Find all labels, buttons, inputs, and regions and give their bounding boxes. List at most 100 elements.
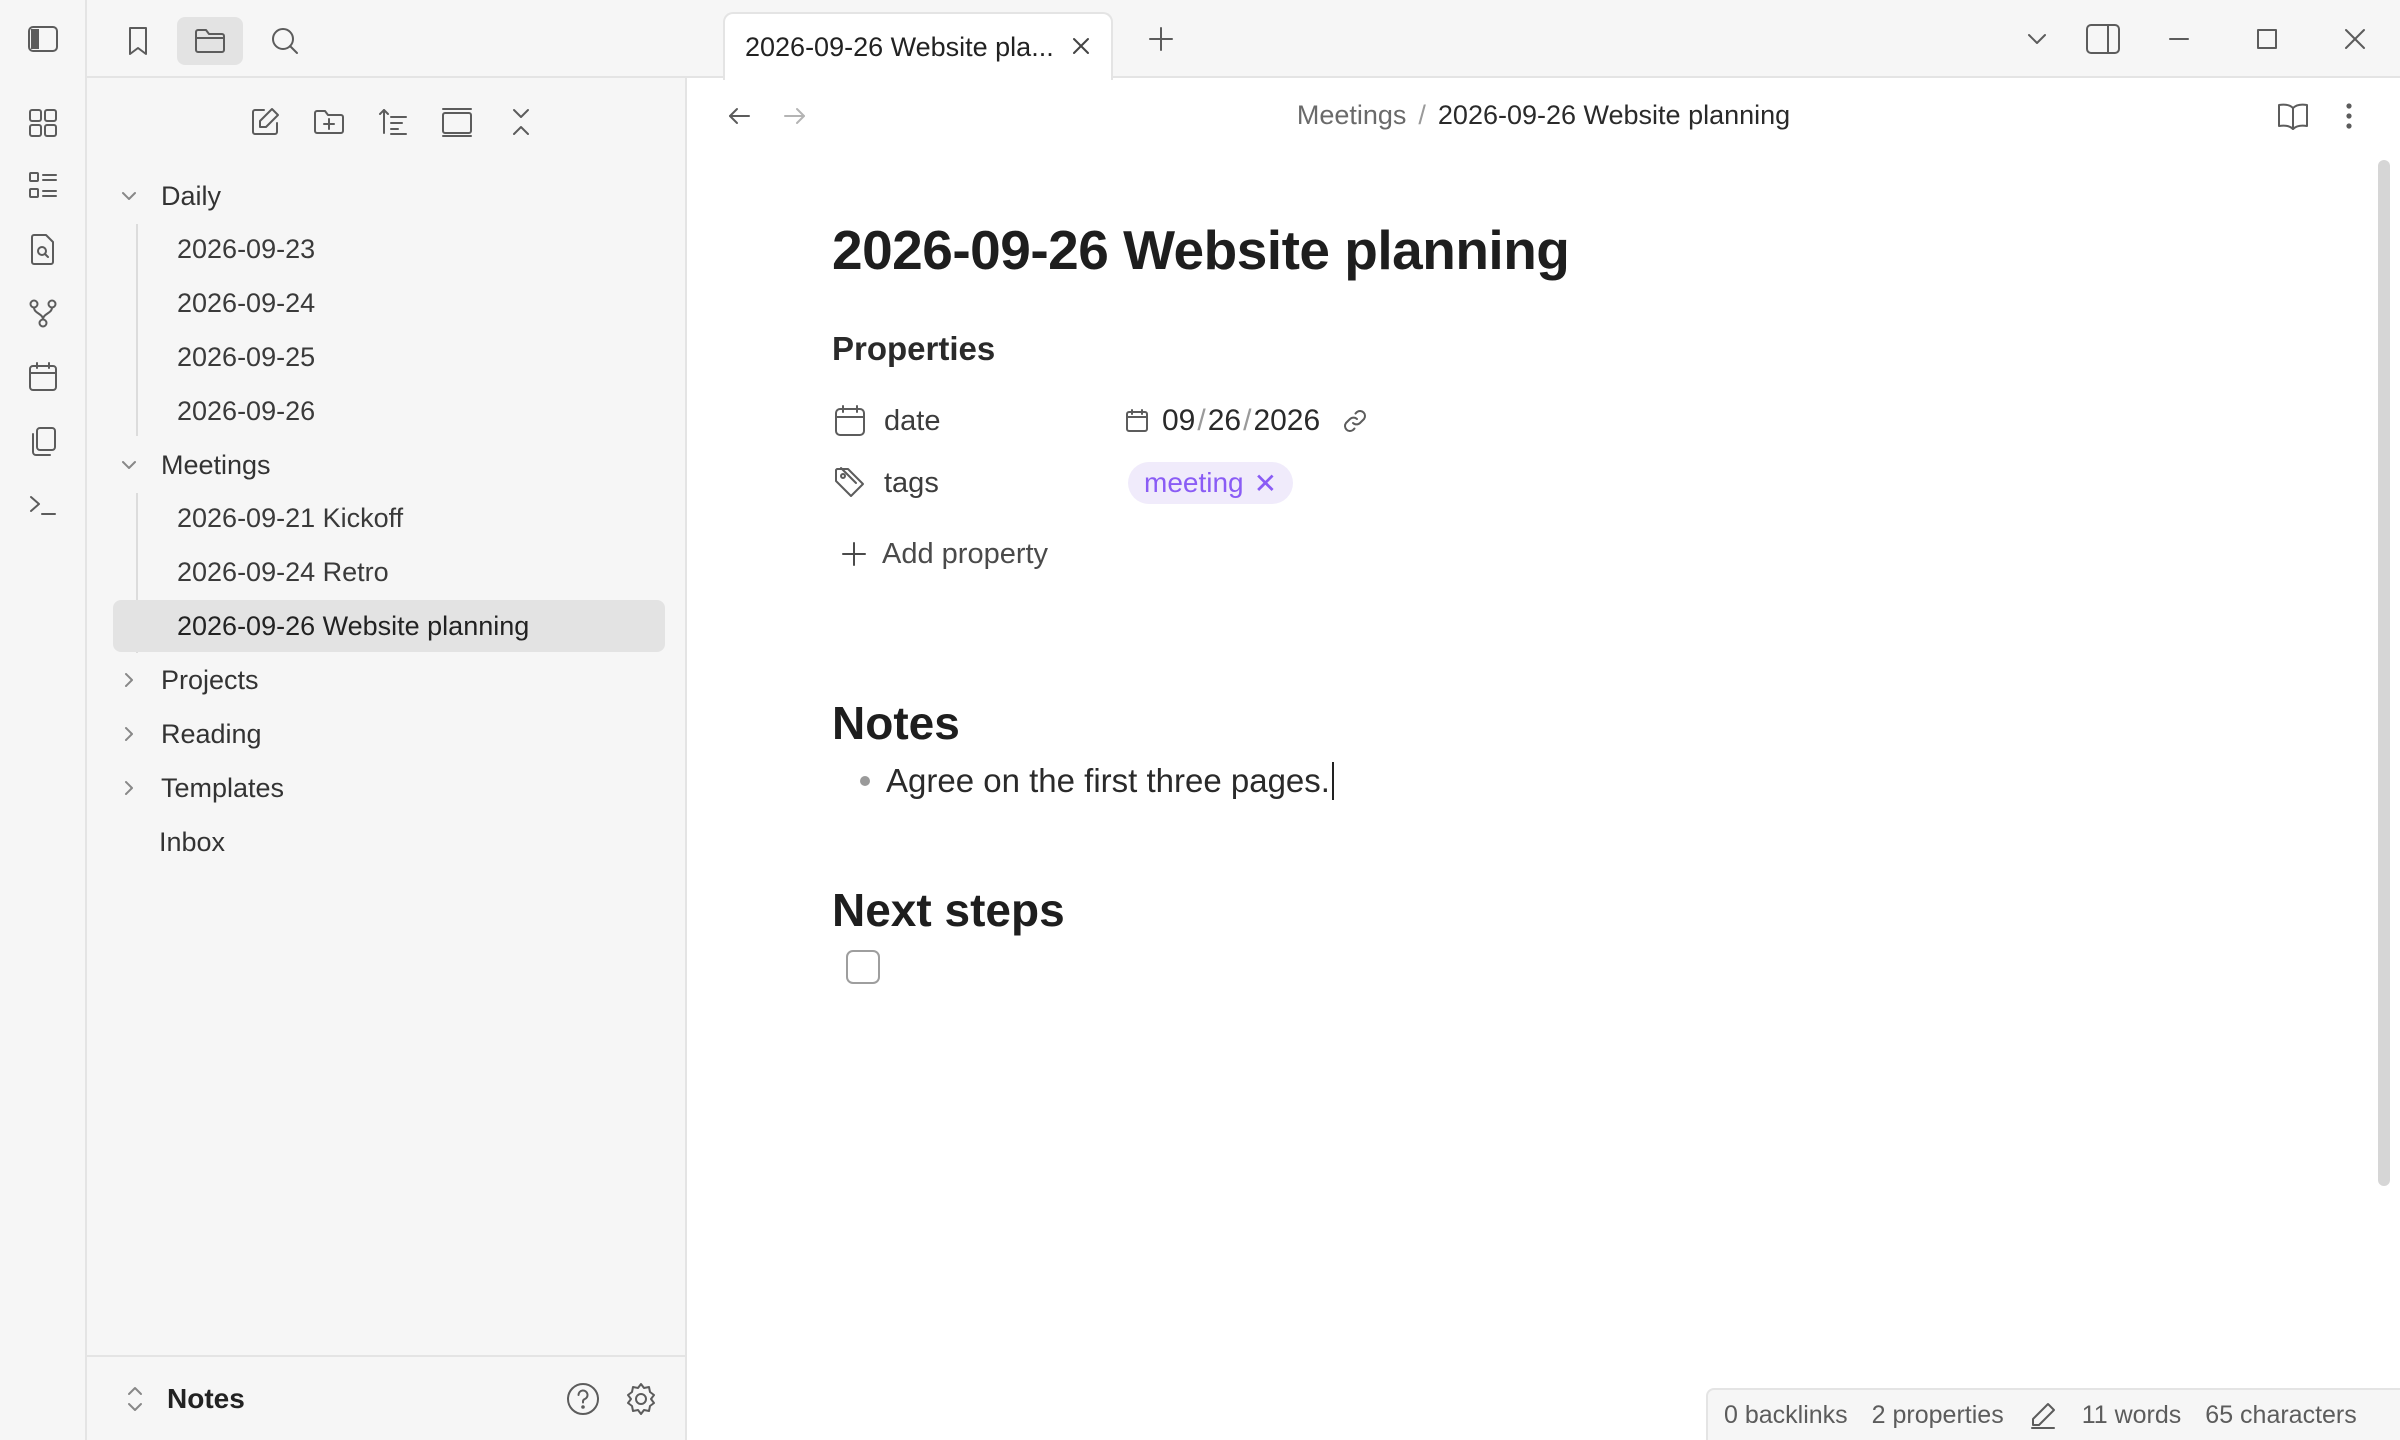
tag-pill[interactable]: meeting ✕ <box>1128 462 1294 504</box>
new-tab-icon[interactable] <box>1137 17 1185 61</box>
folder-label: Projects <box>161 664 259 695</box>
link-icon[interactable] <box>1340 406 1370 436</box>
bookmark-icon[interactable] <box>105 17 171 65</box>
remove-tag-icon[interactable]: ✕ <box>1254 467 1277 500</box>
backlinks-count[interactable]: 0 backlinks <box>1724 1401 1848 1430</box>
more-options-icon[interactable] <box>2327 94 2371 138</box>
folder-reading[interactable]: Reading <box>117 708 262 760</box>
tab-bar: 2026-09-26 Website pla... <box>687 0 2400 80</box>
chevron-right-icon <box>117 776 141 800</box>
graph-icon[interactable] <box>22 292 64 334</box>
folder-meetings[interactable]: Meetings <box>117 439 271 491</box>
tag-icon[interactable] <box>832 465 868 501</box>
properties-count[interactable]: 2 properties <box>1872 1401 2004 1430</box>
property-tags: tags meeting ✕ <box>832 458 1732 508</box>
folder-projects[interactable]: Projects <box>117 654 259 706</box>
add-property-button[interactable]: Add property <box>840 532 1048 576</box>
maximize-icon[interactable] <box>2243 17 2291 61</box>
canvas-icon[interactable] <box>22 102 64 144</box>
date-day: 26 <box>1207 404 1242 437</box>
folder-label: Meetings <box>161 449 271 480</box>
vault-switch-icon[interactable] <box>113 1377 157 1421</box>
list-item[interactable]: Agree on the first three pages. <box>860 756 1334 806</box>
file-item-active[interactable]: 2026-09-26 Website planning <box>113 600 665 652</box>
terminal-icon[interactable] <box>22 484 64 526</box>
breadcrumb: Meetings / 2026-09-26 Website planning <box>687 100 2400 131</box>
date-separator: / <box>1243 404 1252 437</box>
breadcrumb-separator: / <box>1418 100 1426 130</box>
bullet-dot <box>860 776 870 786</box>
task-checkbox[interactable] <box>846 950 880 984</box>
calendar-icon[interactable] <box>832 403 868 439</box>
folder-icon[interactable] <box>177 17 243 65</box>
editor[interactable]: 2026-09-26 Website planning Properties d… <box>832 152 2332 1302</box>
tag-label: meeting <box>1144 467 1244 498</box>
close-tab-icon[interactable] <box>1065 30 1097 62</box>
folder-label: Templates <box>161 772 285 803</box>
tab-list-chevron-icon[interactable] <box>2013 17 2061 61</box>
edit-mode-icon[interactable] <box>2028 1400 2058 1430</box>
breadcrumb-current[interactable]: 2026-09-26 Website planning <box>1438 100 1790 130</box>
sidebar-tabs <box>87 0 687 78</box>
chevron-right-icon <box>117 722 141 746</box>
view-header: Meetings / 2026-09-26 Website planning <box>687 80 2400 152</box>
tab-active[interactable]: 2026-09-26 Website pla... <box>723 12 1113 80</box>
heading-next-steps[interactable]: Next steps <box>832 883 1065 937</box>
file-item[interactable]: 2026-09-26 <box>113 385 665 437</box>
settings-icon[interactable] <box>619 1377 663 1421</box>
file-item[interactable]: 2026-09-23 <box>113 223 665 275</box>
sidebar-toggle-icon[interactable] <box>22 18 64 60</box>
nav-actions <box>87 98 687 146</box>
list-item-text: Agree on the first three pages. <box>886 762 1330 799</box>
word-count: 11 words <box>2081 1400 2182 1429</box>
sort-icon[interactable] <box>369 98 417 146</box>
collapse-view-icon[interactable] <box>433 98 481 146</box>
tab-title: 2026-09-26 Website pla... <box>745 32 1054 62</box>
outline-icon[interactable] <box>22 165 64 207</box>
collapse-all-icon[interactable] <box>497 98 545 146</box>
new-folder-icon[interactable] <box>305 98 353 146</box>
help-icon[interactable] <box>561 1377 605 1421</box>
folder-label: Daily <box>161 180 222 211</box>
reading-view-icon[interactable] <box>2271 94 2315 138</box>
file-item[interactable]: 2026-09-21 Kickoff <box>113 492 665 544</box>
property-key[interactable]: tags <box>884 467 939 500</box>
folder-label: Reading <box>161 718 262 749</box>
file-item[interactable]: 2026-09-24 Retro <box>113 546 665 598</box>
breadcrumb-parent[interactable]: Meetings <box>1297 100 1407 130</box>
text-cursor <box>1331 762 1334 800</box>
search-file-icon[interactable] <box>22 228 64 270</box>
ribbon <box>0 0 87 1440</box>
plus-icon <box>840 540 868 568</box>
scrollbar[interactable] <box>2378 160 2390 1186</box>
right-sidebar-toggle-icon[interactable] <box>2079 17 2127 61</box>
file-item[interactable]: 2026-09-24 <box>113 277 665 329</box>
character-count: 65 characters <box>2205 1400 2357 1429</box>
note-title[interactable]: 2026-09-26 Website planning <box>832 218 1570 282</box>
file-item[interactable]: 2026-09-25 <box>113 331 665 383</box>
properties-heading[interactable]: Properties <box>832 330 995 368</box>
status-bar: 0 backlinks 2 properties 11 words 65 cha… <box>1706 1388 2400 1440</box>
add-property-label: Add property <box>882 537 1049 570</box>
chevron-down-icon <box>117 453 141 477</box>
minimize-icon[interactable] <box>2155 17 2203 61</box>
folder-templates[interactable]: Templates <box>117 762 284 814</box>
property-key[interactable]: date <box>884 405 940 438</box>
close-window-icon[interactable] <box>2331 17 2379 61</box>
heading-notes[interactable]: Notes <box>832 696 960 750</box>
calendar-icon[interactable] <box>22 356 64 398</box>
folder-daily[interactable]: Daily <box>117 170 221 222</box>
property-date: date 09/26/2026 <box>832 396 1732 446</box>
file-explorer: Daily 2026-09-23 2026-09-24 2026-09-25 2… <box>87 78 687 1355</box>
new-note-icon[interactable] <box>241 98 289 146</box>
vault-name[interactable]: Notes <box>167 1383 245 1415</box>
chevron-down-icon <box>117 184 141 208</box>
date-picker-icon[interactable] <box>1124 408 1150 434</box>
file-item-inbox[interactable]: Inbox <box>159 816 225 868</box>
copy-icon[interactable] <box>22 420 64 462</box>
date-month: 09 <box>1162 404 1196 437</box>
date-separator: / <box>1197 404 1206 437</box>
date-value[interactable]: 09/26/2026 <box>1124 401 1370 441</box>
search-icon[interactable] <box>252 17 318 65</box>
date-year: 2026 <box>1253 404 1321 437</box>
